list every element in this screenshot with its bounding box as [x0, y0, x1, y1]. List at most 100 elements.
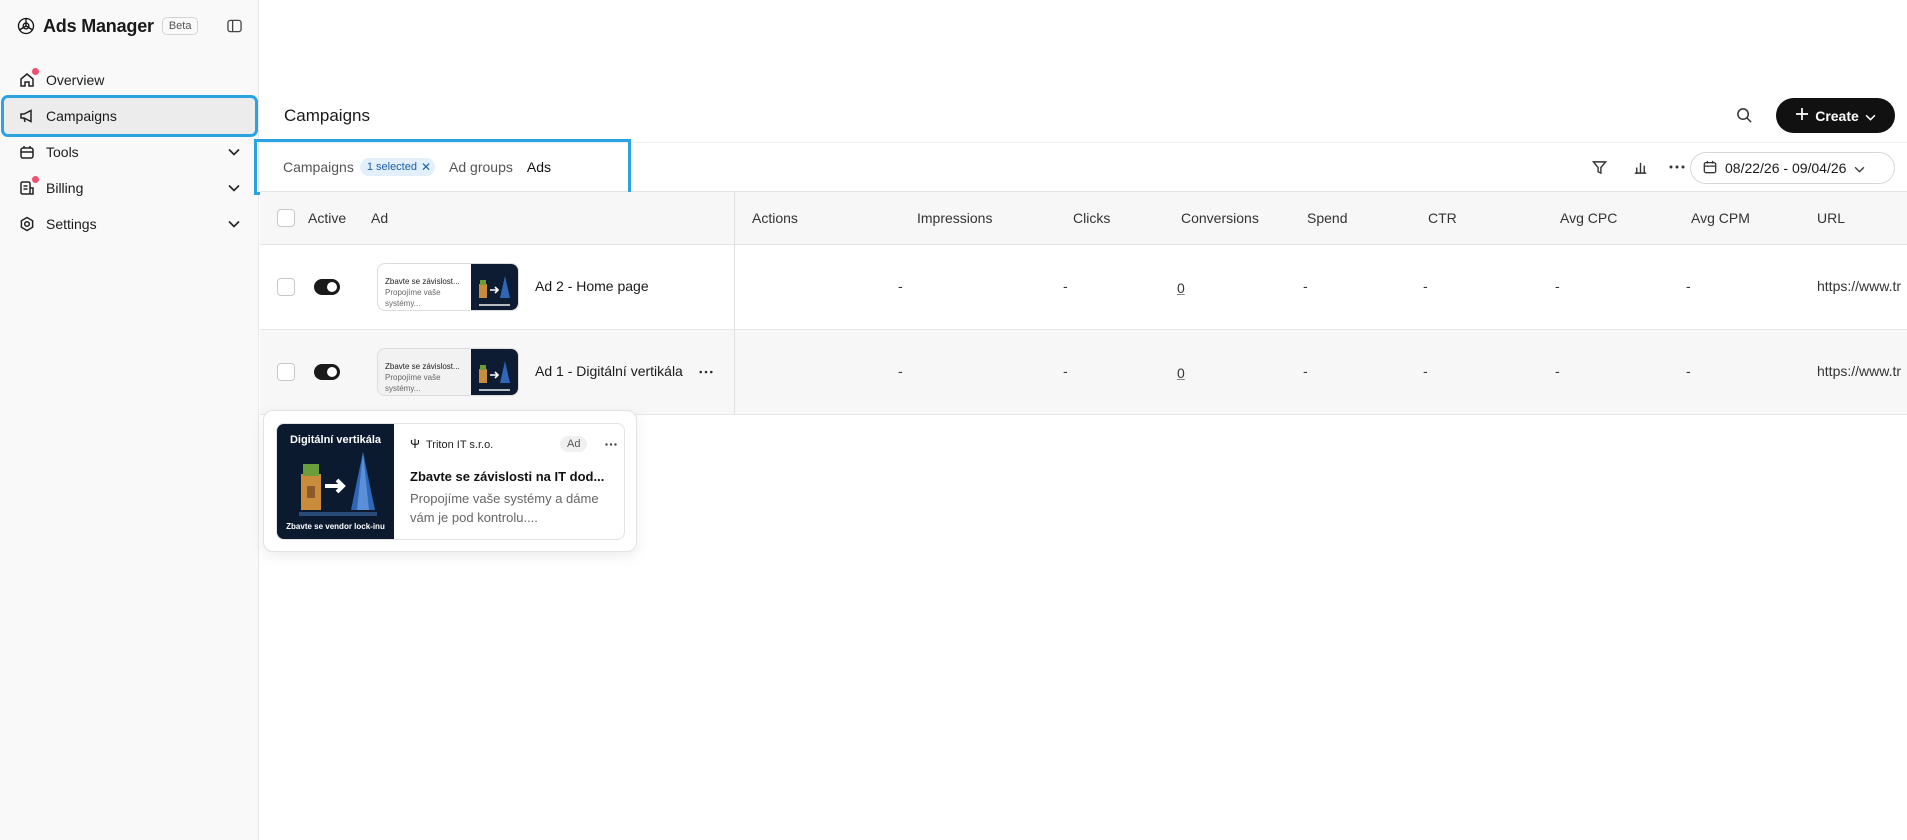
sidebar-item-billing[interactable]: Billing	[4, 170, 255, 206]
ad-name-link[interactable]: Ad 2 - Home page	[535, 278, 649, 294]
chevron-down-icon[interactable]	[227, 181, 241, 195]
cell-clicks: -	[1063, 278, 1068, 294]
chevron-down-icon	[1854, 160, 1865, 176]
sidebar-item-campaigns[interactable]: Campaigns	[1, 95, 258, 137]
cell-impressions: -	[898, 278, 903, 294]
row-more-options-icon[interactable]	[696, 362, 716, 382]
sidebar: Ads Manager Beta Overview Campaigns Tool…	[0, 0, 259, 840]
sidebar-item-settings[interactable]: Settings	[4, 206, 255, 242]
ad-preview-image-caption: Zbavte se vendor lock-inu	[286, 522, 385, 531]
plus-icon	[1795, 107, 1809, 124]
search-icon[interactable]	[1733, 104, 1755, 126]
billing-icon	[18, 176, 39, 197]
column-header-ad[interactable]: Ad	[371, 210, 388, 226]
notification-dot	[32, 68, 39, 75]
close-icon[interactable]: ✕	[421, 160, 431, 174]
column-header-url[interactable]: URL	[1817, 210, 1845, 226]
cell-ctr: -	[1423, 278, 1428, 294]
tab-ad-groups[interactable]: Ad groups	[449, 159, 513, 175]
ad-thumbnail-subtitle: Propojíme vaše systémy...	[385, 288, 441, 308]
toolbar: Campaigns 1 selected ✕ Ad groups Ads 08/…	[254, 139, 1907, 195]
ad-thumbnail[interactable]: Zbavte se závislost... Propojíme vaše sy…	[377, 263, 519, 311]
ad-name-link[interactable]: Ad 1 - Digitální vertikála	[535, 363, 683, 379]
ad-preview-card[interactable]: Digitální vertikála Zbavte se vendor loc…	[276, 423, 625, 540]
cell-conversions[interactable]: 0	[1177, 280, 1185, 296]
sidebar-item-label: Tools	[46, 144, 79, 160]
notification-dot	[32, 176, 39, 183]
create-button[interactable]: Create	[1776, 98, 1895, 133]
table-row[interactable]: Zbavte se závislost... Propojíme vaše sy…	[260, 330, 1907, 415]
date-range-picker[interactable]: 08/22/26 - 09/04/26	[1690, 152, 1895, 184]
sidebar-nav: Overview Campaigns Tools Billing Setting…	[1, 62, 258, 242]
sidebar-toggle-icon[interactable]	[225, 17, 243, 35]
advertiser-logo-icon	[410, 438, 420, 452]
column-header-avg-cpm[interactable]: Avg CPM	[1691, 210, 1750, 226]
cell-clicks: -	[1063, 363, 1068, 379]
column-header-conversions[interactable]: Conversions	[1181, 210, 1259, 226]
column-header-actions[interactable]: Actions	[752, 210, 798, 226]
date-range-label: 08/22/26 - 09/04/26	[1725, 160, 1847, 176]
row-checkbox[interactable]	[277, 363, 295, 381]
megaphone-icon	[18, 107, 36, 125]
column-header-avg-cpc[interactable]: Avg CPC	[1560, 210, 1617, 226]
cell-spend: -	[1303, 363, 1308, 379]
cell-url[interactable]: https://www.tr	[1817, 278, 1901, 294]
row-checkbox[interactable]	[277, 278, 295, 296]
selection-chip: 1 selected ✕	[359, 158, 436, 176]
column-divider	[734, 192, 735, 414]
active-toggle[interactable]	[314, 364, 340, 380]
column-header-impressions[interactable]: Impressions	[917, 210, 992, 226]
beta-badge: Beta	[161, 17, 199, 35]
cell-url[interactable]: https://www.tr	[1817, 363, 1901, 379]
tools-icon	[18, 143, 36, 161]
ad-preview-popover: Digitální vertikála Zbavte se vendor loc…	[263, 410, 637, 552]
chevron-down-icon[interactable]	[227, 217, 241, 231]
more-options-icon[interactable]	[1667, 157, 1687, 177]
sidebar-item-label: Campaigns	[46, 108, 117, 124]
column-header-ctr[interactable]: CTR	[1428, 210, 1457, 226]
brand-name: Ads Manager	[43, 15, 154, 36]
active-toggle[interactable]	[314, 279, 340, 295]
sidebar-item-tools[interactable]: Tools	[4, 134, 255, 170]
sidebar-item-label: Settings	[46, 216, 97, 232]
cell-conversions[interactable]: 0	[1177, 365, 1185, 381]
tab-label: Campaigns	[283, 159, 354, 175]
table-header: Active Ad Actions Impressions Clicks Con…	[260, 192, 1907, 245]
ad-preview-headline: Zbavte se závislosti na IT dod...	[410, 469, 605, 484]
tab-ads[interactable]: Ads	[527, 159, 551, 175]
chevron-down-icon	[1865, 108, 1876, 124]
cell-spend: -	[1303, 278, 1308, 294]
brand[interactable]: Ads Manager Beta	[15, 14, 199, 38]
tab-label: Ad groups	[449, 159, 513, 175]
level-tabs: Campaigns 1 selected ✕ Ad groups Ads	[254, 139, 631, 195]
sidebar-item-label: Overview	[46, 72, 105, 88]
sidebar-item-label: Billing	[46, 180, 84, 196]
table-row[interactable]: Zbavte se závislost... Propojíme vaše sy…	[260, 245, 1907, 330]
page-title: Campaigns	[284, 106, 370, 125]
column-header-active[interactable]: Active	[308, 210, 346, 226]
chevron-down-icon[interactable]	[227, 145, 241, 159]
ad-thumbnail-title: Zbavte se závislost...	[385, 277, 460, 286]
gear-icon	[18, 215, 36, 233]
select-all-checkbox[interactable]	[277, 209, 295, 227]
cell-ctr: -	[1423, 363, 1428, 379]
selection-chip-label: 1 selected	[366, 161, 417, 173]
cell-impressions: -	[898, 363, 903, 379]
tab-campaigns[interactable]: Campaigns 1 selected ✕	[283, 158, 436, 176]
column-header-spend[interactable]: Spend	[1307, 210, 1347, 226]
calendar-icon	[1703, 160, 1717, 177]
ad-preview-header: Triton IT s.r.o.	[410, 438, 620, 452]
openai-logo-icon	[15, 15, 37, 37]
ad-thumbnail[interactable]: Zbavte se závislost... Propojíme vaše sy…	[377, 348, 519, 396]
sidebar-item-overview[interactable]: Overview	[4, 62, 255, 98]
ad-thumbnail-title: Zbavte se závislost...	[385, 362, 460, 371]
cell-avg-cpc: -	[1555, 278, 1560, 294]
cell-avg-cpm: -	[1686, 278, 1691, 294]
cell-avg-cpm: -	[1686, 363, 1691, 379]
more-options-icon[interactable]	[603, 437, 619, 451]
filter-icon[interactable]	[1589, 157, 1609, 177]
chart-icon[interactable]	[1630, 157, 1650, 177]
column-header-clicks[interactable]: Clicks	[1073, 210, 1110, 226]
ad-thumbnail-text: Zbavte se závislost... Propojíme vaše sy…	[378, 349, 471, 395]
ad-badge: Ad	[560, 436, 588, 452]
